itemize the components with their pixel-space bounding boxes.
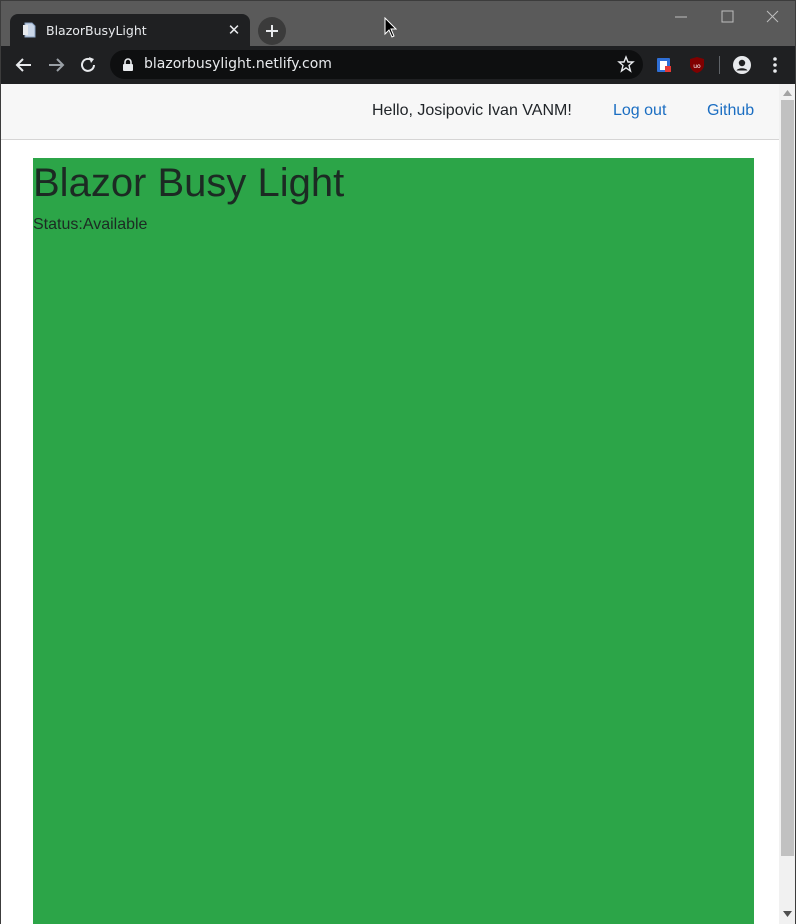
page-icon (22, 22, 38, 38)
busy-light-panel: Blazor Busy Light Status:Available (33, 158, 754, 924)
page-viewport: Hello, Josipovic Ivan VANM! Log out Gith… (0, 84, 796, 924)
maximize-icon[interactable] (717, 7, 737, 27)
status-label: Status: (33, 216, 83, 233)
svg-text:uo: uo (693, 63, 701, 70)
page-title: Blazor Busy Light (33, 161, 345, 205)
scroll-up-arrow-icon[interactable] (783, 90, 792, 96)
top-row-header: Hello, Josipovic Ivan VANM! Log out Gith… (1, 84, 779, 140)
status-value: Available (82, 216, 148, 233)
github-link[interactable]: Github (707, 102, 754, 120)
star-icon[interactable] (617, 55, 635, 73)
user-greeting: Hello, Josipovic Ivan VANM! (372, 102, 572, 119)
close-icon[interactable]: ✕ (226, 22, 242, 38)
logout-link[interactable]: Log out (613, 102, 666, 120)
extension-icon[interactable] (655, 56, 673, 74)
vertical-scrollbar[interactable] (779, 84, 795, 924)
mouse-cursor-icon (384, 17, 398, 38)
new-tab-button[interactable] (258, 17, 286, 45)
minimize-icon[interactable] (671, 7, 691, 27)
browser-toolbar: blazorbusylight.netlify.com uo (0, 46, 796, 84)
lock-icon[interactable] (122, 58, 134, 71)
more-vert-icon[interactable] (767, 55, 783, 75)
reload-icon[interactable] (78, 55, 98, 75)
address-bar[interactable]: blazorbusylight.netlify.com (110, 50, 643, 79)
scroll-down-arrow-icon[interactable] (783, 911, 792, 917)
plus-icon (266, 25, 278, 37)
scrollbar-thumb[interactable] (781, 100, 794, 856)
browser-titlebar: BlazorBusyLight ✕ (0, 0, 796, 47)
address-url[interactable]: blazorbusylight.netlify.com (144, 56, 332, 72)
toolbar-divider (719, 56, 720, 74)
browser-tab[interactable]: BlazorBusyLight ✕ (10, 14, 250, 47)
ublock-icon[interactable]: uo (688, 56, 706, 74)
forward-arrow-icon[interactable] (46, 55, 66, 75)
tab-title: BlazorBusyLight (46, 23, 147, 38)
window-close-icon[interactable] (762, 7, 782, 27)
profile-icon[interactable] (732, 55, 752, 75)
status-text: Status:Available (33, 216, 147, 234)
back-arrow-icon[interactable] (14, 55, 34, 75)
